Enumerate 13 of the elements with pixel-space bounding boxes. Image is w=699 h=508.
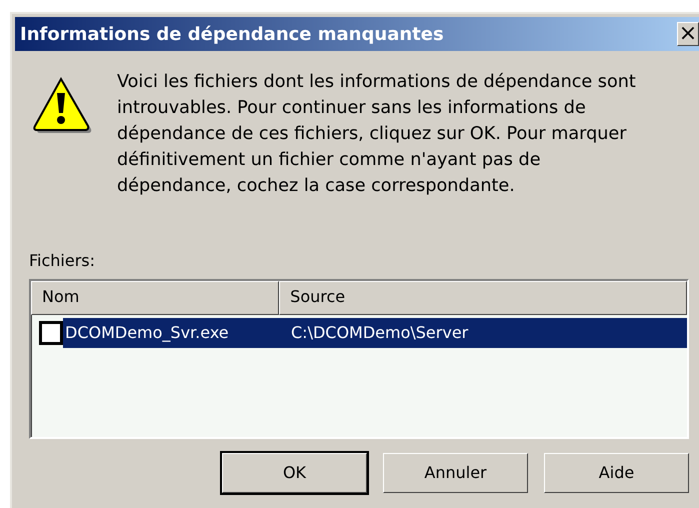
column-header[interactable]: Source bbox=[279, 281, 687, 315]
checkbox[interactable] bbox=[39, 321, 63, 345]
dialog-button[interactable]: Aide bbox=[544, 453, 689, 493]
window-title: Informations de dépendance manquantes bbox=[20, 22, 444, 46]
selected-row[interactable]: DCOMDemo_Svr.exe C:\DCOMDemo\Server bbox=[63, 318, 687, 348]
table-cell-text: C:\DCOMDemo\Server bbox=[290, 322, 470, 344]
table-cell-text: DCOMDemo_Svr.exe bbox=[64, 322, 230, 344]
dialog-button[interactable]: OK bbox=[222, 453, 367, 493]
column-header[interactable]: Nom bbox=[31, 281, 280, 315]
close-button[interactable]: × bbox=[677, 22, 699, 46]
files-label: Fichiers: bbox=[29, 250, 96, 272]
message-text: Voici les fichiers dont les informations de dépendance sont introuvables. Pour continuer sans les informations de dépendance de ces fichiers, cliquez sur OK. Pour marquer définitivement un fichier comme n'ayant pas de dépendance, cochez la case correspondante. bbox=[117, 71, 636, 198]
dialog-button[interactable]: Annuler bbox=[383, 453, 528, 493]
